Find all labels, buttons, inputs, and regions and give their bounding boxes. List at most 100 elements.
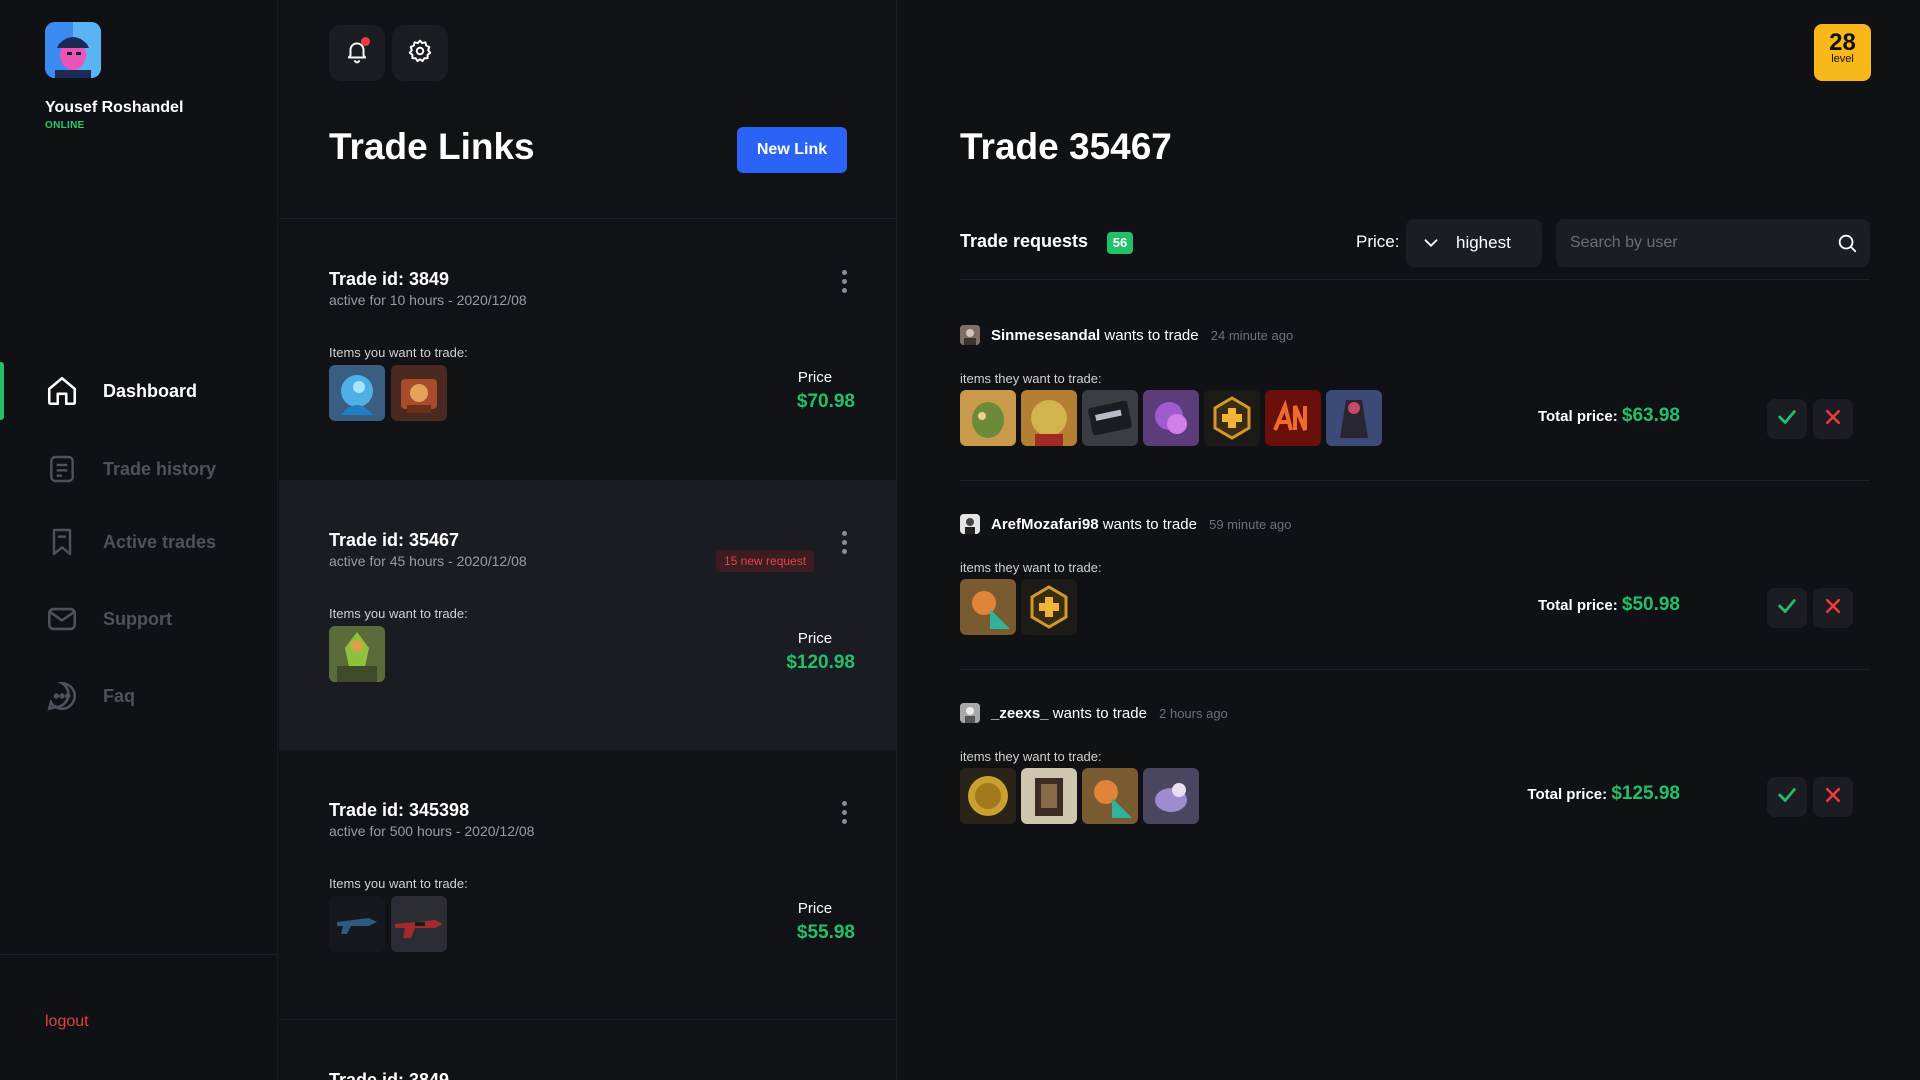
notifications-button[interactable] xyxy=(329,25,385,81)
accept-button[interactable] xyxy=(1767,399,1807,439)
total-price-label: Total price: xyxy=(1537,408,1618,425)
user-status: ONLINE xyxy=(45,120,85,131)
item-thumbnail[interactable] xyxy=(1326,390,1382,446)
new-link-button[interactable]: New Link xyxy=(737,127,847,173)
reject-button[interactable] xyxy=(1813,588,1853,628)
item-thumbnails xyxy=(960,579,1077,635)
item-thumbnail[interactable] xyxy=(1082,390,1138,446)
item-thumbnail[interactable] xyxy=(960,768,1016,824)
settings-button[interactable] xyxy=(392,25,448,81)
item-thumbnail[interactable] xyxy=(391,365,447,421)
nav-label: Trade history xyxy=(103,458,217,479)
reject-button[interactable] xyxy=(1813,399,1853,439)
trade-id: Trade id: 3849 xyxy=(329,269,450,289)
nav-item-faq[interactable]: Faq xyxy=(0,663,278,729)
trade-title: Trade 35467 xyxy=(960,126,1172,167)
divider xyxy=(960,669,1870,670)
price-sort-dropdown[interactable]: highest xyxy=(1406,219,1542,267)
request-username[interactable]: ArefMozafari98 xyxy=(991,516,1099,533)
price-label: Price xyxy=(797,900,833,917)
trade-active-duration: active for 45 hours - 2020/12/08 xyxy=(329,553,527,569)
trade-request-item: Sinmesesandal wants to trade 24 minute a… xyxy=(960,325,1870,514)
request-total: Total price: $63.98 xyxy=(1480,405,1680,427)
more-options-icon[interactable] xyxy=(834,267,854,295)
mail-icon xyxy=(44,601,80,637)
item-thumbnail[interactable] xyxy=(329,626,385,682)
nav-item-trade-history[interactable]: Trade history xyxy=(0,436,278,502)
request-username[interactable]: Sinmesesandal xyxy=(991,327,1100,344)
trade-request-item: ArefMozafari98 wants to trade 59 minute … xyxy=(960,514,1870,703)
trade-id: Trade id: 345398 xyxy=(329,800,470,820)
item-thumbnails xyxy=(960,768,1199,824)
nav-item-support[interactable]: Support xyxy=(0,586,278,652)
trade-card[interactable]: Trade id: 345398 active for 500 hours - … xyxy=(279,750,896,1020)
level-badge: 28 level xyxy=(1814,24,1871,81)
accept-button[interactable] xyxy=(1767,588,1807,628)
trade-card[interactable]: Trade id: 3849 active for 10 hours - 202… xyxy=(279,219,896,489)
level-label: level xyxy=(1831,53,1854,65)
item-thumbnail[interactable] xyxy=(1021,390,1077,446)
search-icon[interactable] xyxy=(1836,232,1858,259)
trade-requests-label: Trade requests xyxy=(960,231,1089,251)
close-icon xyxy=(1823,596,1843,621)
item-thumbnail[interactable] xyxy=(1143,768,1199,824)
accept-button[interactable] xyxy=(1767,777,1807,817)
item-thumbnails xyxy=(329,626,385,682)
user-avatar[interactable] xyxy=(960,514,980,534)
user-avatar[interactable] xyxy=(45,22,101,78)
trade-detail-panel: 28 level Trade 35467 Trade requests 56 P… xyxy=(898,0,1920,1080)
trade-price: $55.98 xyxy=(796,922,855,943)
bookmark-icon xyxy=(44,524,80,560)
item-thumbnail[interactable] xyxy=(1021,768,1077,824)
item-thumbnail[interactable] xyxy=(1204,390,1260,446)
request-username[interactable]: _zeexs_ xyxy=(991,705,1049,722)
nav-label: Faq xyxy=(103,685,136,706)
item-thumbnail[interactable] xyxy=(329,896,385,952)
items-label: Items you want to trade: xyxy=(329,876,468,891)
items-label: Items you want to trade: xyxy=(329,606,468,621)
request-time: 24 minute ago xyxy=(1210,328,1294,343)
close-icon xyxy=(1823,785,1843,810)
check-icon xyxy=(1776,784,1798,811)
item-thumbnail[interactable] xyxy=(1143,390,1199,446)
trade-requests-count-badge: 56 xyxy=(1107,232,1133,254)
items-label: items they want to trade: xyxy=(960,749,1102,764)
total-price-value: $63.98 xyxy=(1621,405,1680,426)
item-thumbnails xyxy=(329,365,447,421)
items-label: Items you want to trade: xyxy=(329,345,468,360)
item-thumbnail[interactable] xyxy=(960,579,1016,635)
item-thumbnail[interactable] xyxy=(391,896,447,952)
item-thumbnail[interactable] xyxy=(960,390,1016,446)
more-options-icon[interactable] xyxy=(834,798,854,826)
request-action: wants to trade xyxy=(1052,705,1147,722)
item-thumbnail[interactable] xyxy=(329,365,385,421)
search-user-input[interactable] xyxy=(1570,219,1820,267)
request-action: wants to trade xyxy=(1102,516,1197,533)
trade-request-item: _zeexs_ wants to trade 2 hours ago items… xyxy=(960,703,1870,892)
level-number: 28 xyxy=(1829,29,1856,56)
trade-id: Trade id: 35467 xyxy=(329,530,460,550)
trade-active-duration: active for 10 hours - 2020/12/08 xyxy=(329,292,527,308)
user-avatar[interactable] xyxy=(960,325,980,345)
trade-card-selected[interactable]: Trade id: 35467 active for 45 hours - 20… xyxy=(279,480,896,750)
reject-button[interactable] xyxy=(1813,777,1853,817)
logout-link[interactable]: logout xyxy=(45,1013,89,1031)
user-avatar[interactable] xyxy=(960,703,980,723)
request-time: 59 minute ago xyxy=(1209,517,1292,532)
price-sort-value: highest xyxy=(1456,233,1511,252)
chevron-down-icon xyxy=(1420,232,1442,259)
more-options-icon[interactable] xyxy=(834,528,854,556)
notification-dot xyxy=(361,37,370,46)
page-title: Trade Links xyxy=(329,126,535,167)
item-thumbnail[interactable] xyxy=(1265,390,1321,446)
trade-links-panel: Trade Links New Link Trade id: 3849 acti… xyxy=(279,0,897,1080)
item-thumbnails xyxy=(329,896,447,952)
item-thumbnail[interactable] xyxy=(1021,579,1077,635)
item-thumbnail[interactable] xyxy=(1082,768,1138,824)
nav-label: Dashboard xyxy=(103,380,198,401)
item-thumbnails xyxy=(960,390,1382,446)
nav-item-active-trades[interactable]: Active trades xyxy=(0,509,278,575)
check-icon xyxy=(1776,406,1798,433)
nav-item-dashboard[interactable]: Dashboard xyxy=(0,358,278,424)
total-price-label: Total price: xyxy=(1537,597,1618,614)
